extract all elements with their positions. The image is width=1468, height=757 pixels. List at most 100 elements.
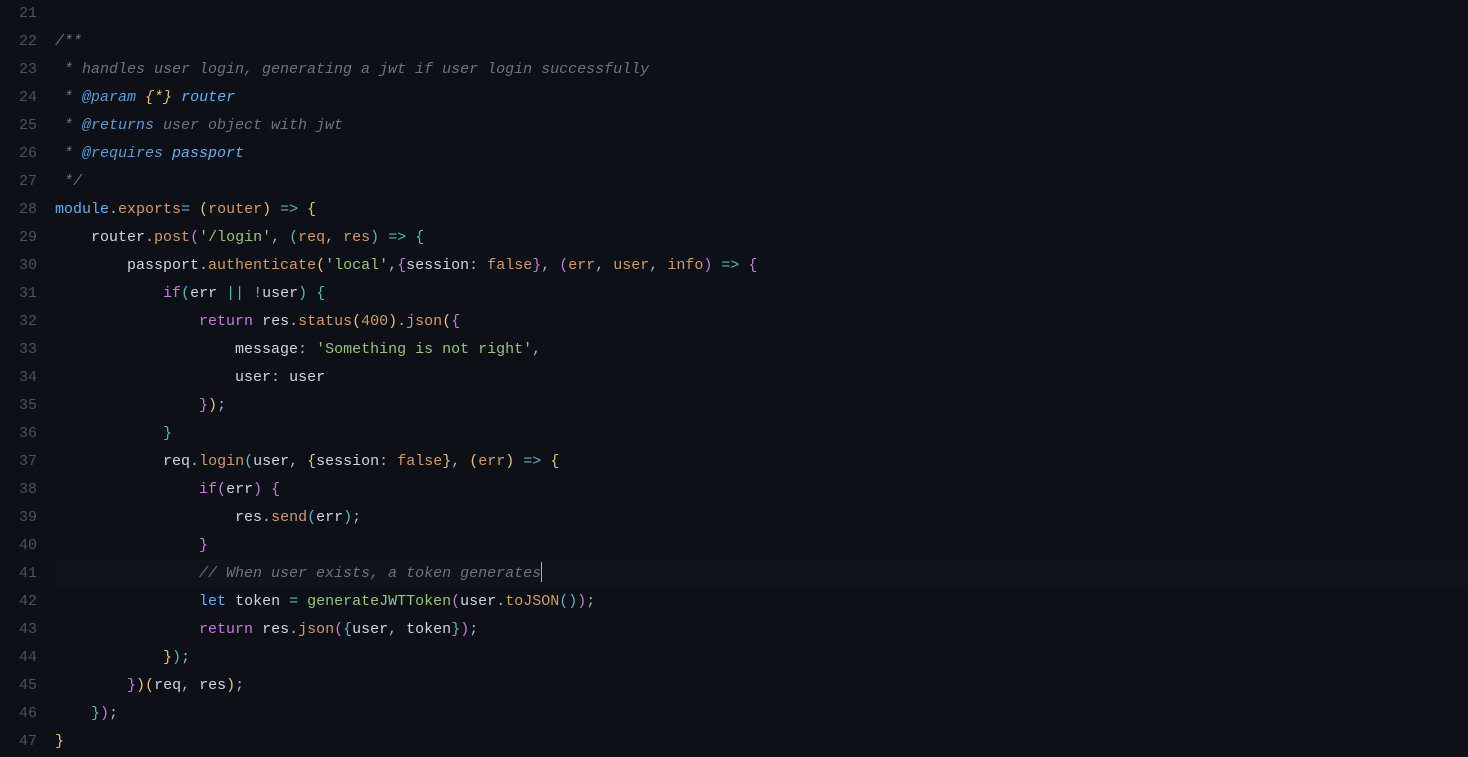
code-token: err — [316, 509, 343, 526]
code-token: . — [289, 621, 298, 638]
code-line[interactable]: return res.json({user, token}); — [55, 616, 1468, 644]
code-token: } — [91, 705, 100, 722]
code-line[interactable]: * @param {*} router — [55, 84, 1468, 112]
code-token: false — [487, 257, 532, 274]
code-line[interactable]: res.send(err); — [55, 504, 1468, 532]
code-line[interactable]: let token = generateJWTToken(user.toJSON… — [55, 588, 1468, 616]
code-token: user — [289, 369, 325, 386]
code-token: => — [721, 257, 739, 274]
code-line[interactable]: } — [55, 420, 1468, 448]
code-token: ; — [181, 649, 190, 666]
code-line[interactable]: })(req, res); — [55, 672, 1468, 700]
code-line[interactable]: }); — [55, 700, 1468, 728]
code-line[interactable]: if(err || !user) { — [55, 280, 1468, 308]
code-token: = — [289, 593, 298, 610]
code-token: res — [262, 621, 289, 638]
code-token — [478, 257, 487, 274]
code-line[interactable]: user: user — [55, 364, 1468, 392]
code-line[interactable]: req.login(user, {session: false}, (err) … — [55, 448, 1468, 476]
code-token: message — [235, 341, 298, 358]
code-token: ( — [469, 453, 478, 470]
code-line[interactable]: } — [55, 532, 1468, 560]
code-token: , — [181, 677, 199, 694]
code-token: ( — [307, 509, 316, 526]
code-line[interactable]: /** — [55, 28, 1468, 56]
code-token: ( — [559, 593, 568, 610]
code-token: => — [280, 201, 298, 218]
code-token: // When user exists, a token generates — [199, 565, 541, 582]
code-token: ( — [145, 677, 154, 694]
code-token: ( — [352, 313, 361, 330]
code-token: ; — [586, 593, 595, 610]
code-token: ) — [568, 593, 577, 610]
code-line[interactable]: } — [55, 728, 1468, 756]
code-token: ) — [136, 677, 145, 694]
code-token: if — [163, 285, 181, 302]
code-token: 'local' — [325, 257, 388, 274]
code-token: { — [451, 313, 460, 330]
code-token: } — [451, 621, 460, 638]
code-token: , — [388, 257, 397, 274]
code-token — [217, 285, 226, 302]
code-token: => — [523, 453, 541, 470]
code-token: post — [154, 229, 190, 246]
code-token: ( — [244, 453, 253, 470]
code-token — [55, 313, 199, 330]
code-token: { — [316, 285, 325, 302]
code-token: } — [199, 397, 208, 414]
code-line[interactable]: }); — [55, 644, 1468, 672]
code-line[interactable]: * handles user login, generating a jwt i… — [55, 56, 1468, 84]
code-line[interactable] — [55, 0, 1468, 28]
code-token — [226, 593, 235, 610]
code-token: user — [262, 285, 298, 302]
code-token: ) — [703, 257, 712, 274]
code-token: json — [406, 313, 442, 330]
code-line[interactable]: if(err) { — [55, 476, 1468, 504]
code-line[interactable]: passport.authenticate('local',{session: … — [55, 252, 1468, 280]
code-line[interactable]: router.post('/login', (req, res) => { — [55, 224, 1468, 252]
code-token: . — [496, 593, 505, 610]
code-token: , — [388, 621, 406, 638]
code-line[interactable]: return res.status(400).json({ — [55, 308, 1468, 336]
code-token: , — [451, 453, 469, 470]
code-token — [55, 341, 235, 358]
line-number: 46 — [0, 700, 37, 728]
code-token: { — [748, 257, 757, 274]
code-token: ( — [181, 285, 190, 302]
code-token: user — [460, 593, 496, 610]
code-token: @returns — [82, 117, 154, 134]
code-token — [55, 285, 163, 302]
code-token — [262, 481, 271, 498]
code-line[interactable]: }); — [55, 392, 1468, 420]
line-number: 21 — [0, 0, 37, 28]
code-token: json — [298, 621, 334, 638]
code-token: ( — [334, 621, 343, 638]
code-line[interactable]: */ — [55, 168, 1468, 196]
line-number: 47 — [0, 728, 37, 756]
code-token: { — [307, 201, 316, 218]
line-number: 40 — [0, 532, 37, 560]
code-token: /** — [55, 33, 82, 50]
code-token: { — [415, 229, 424, 246]
code-line[interactable]: * @requires passport — [55, 140, 1468, 168]
code-line[interactable]: // When user exists, a token generates — [55, 560, 1468, 588]
code-line[interactable]: * @returns user object with jwt — [55, 112, 1468, 140]
line-number: 27 — [0, 168, 37, 196]
code-area[interactable]: /** * handles user login, generating a j… — [55, 0, 1468, 757]
code-token: ) — [226, 677, 235, 694]
code-line[interactable]: module.exports= (router) => { — [55, 196, 1468, 224]
code-token: token — [406, 621, 451, 638]
code-token: session — [316, 453, 379, 470]
code-editor[interactable]: 2122232425262728293031323334353637383940… — [0, 0, 1468, 757]
code-token — [55, 565, 199, 582]
code-token: err — [478, 453, 505, 470]
code-line[interactable]: message: 'Something is not right', — [55, 336, 1468, 364]
code-token: : — [469, 257, 478, 274]
code-token: user — [253, 453, 289, 470]
code-token — [298, 593, 307, 610]
code-token: : — [298, 341, 307, 358]
code-token: '/login' — [199, 229, 271, 246]
code-token: . — [190, 453, 199, 470]
code-token: } — [199, 537, 208, 554]
code-token: res — [199, 677, 226, 694]
